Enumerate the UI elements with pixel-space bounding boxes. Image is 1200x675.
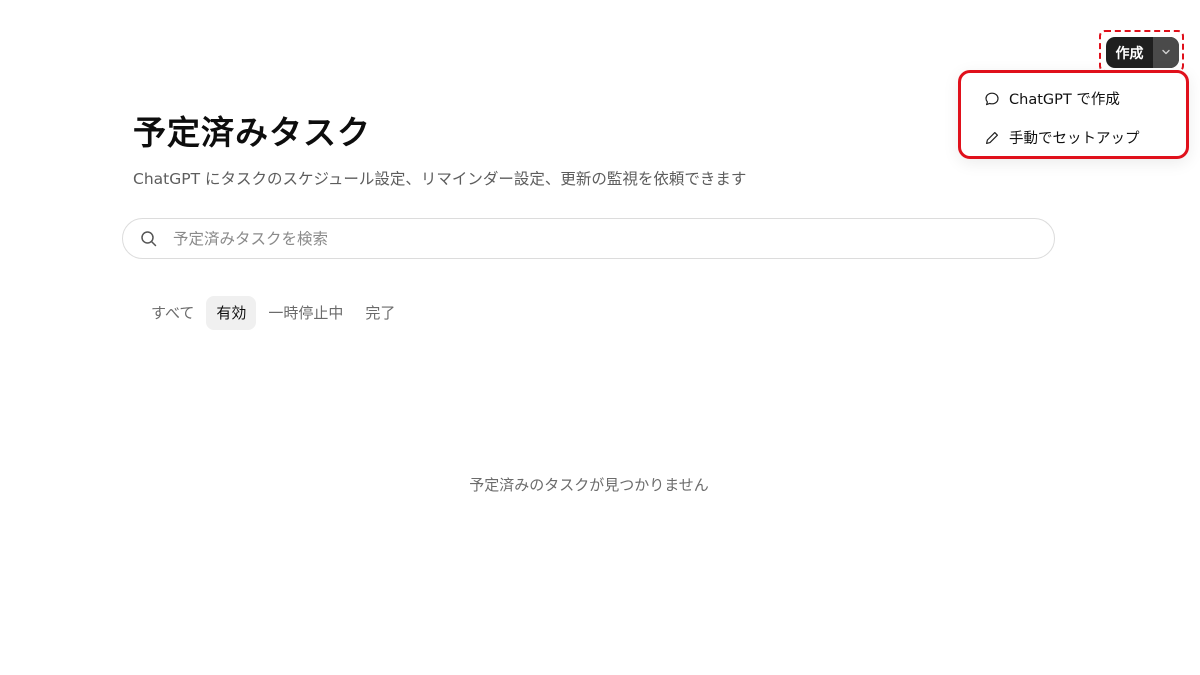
scheduled-tasks-page: 作成 ChatGPT で作成 手動でセットアップ 予定済みタスク ChatGPT… xyxy=(0,0,1200,675)
empty-state-message: 予定済みのタスクが見つかりません xyxy=(469,476,709,494)
search-input[interactable] xyxy=(171,228,975,249)
create-button-highlight: 作成 xyxy=(1099,30,1184,72)
filter-tabs: すべて 有効 一時停止中 完了 xyxy=(141,296,407,330)
tab-active[interactable]: 有効 xyxy=(206,296,257,330)
tab-completed[interactable]: 完了 xyxy=(355,296,405,330)
pencil-icon xyxy=(983,129,1001,147)
search-bar[interactable] xyxy=(122,218,1055,259)
menu-item-label: 手動でセットアップ xyxy=(1009,131,1140,147)
create-menu: ChatGPT で作成 手動でセットアップ xyxy=(958,70,1189,159)
chevron-down-icon xyxy=(1160,43,1172,62)
create-split-button: 作成 xyxy=(1106,37,1179,68)
search-icon xyxy=(139,229,159,249)
create-dropdown-toggle[interactable] xyxy=(1153,37,1179,68)
menu-item-manual-setup[interactable]: 手動でセットアップ xyxy=(983,127,1140,148)
tab-paused[interactable]: 一時停止中 xyxy=(258,296,353,330)
page-subtitle: ChatGPT にタスクのスケジュール設定、リマインダー設定、更新の監視を依頼で… xyxy=(133,170,747,188)
create-button-label: 作成 xyxy=(1115,45,1144,62)
create-button[interactable]: 作成 xyxy=(1106,37,1153,68)
tab-all[interactable]: すべて xyxy=(141,296,204,330)
chat-bubble-icon xyxy=(983,90,1001,108)
menu-item-create-with-chatgpt[interactable]: ChatGPT で作成 xyxy=(983,88,1120,109)
menu-item-label: ChatGPT で作成 xyxy=(1009,92,1120,108)
page-title: 予定済みタスク xyxy=(133,113,371,152)
